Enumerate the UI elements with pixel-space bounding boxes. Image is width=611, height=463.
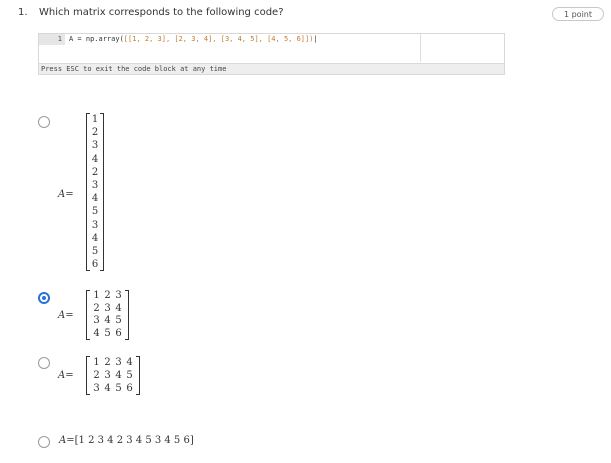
- bracket-right: [100, 113, 104, 272]
- matrix-cell: 2: [91, 127, 99, 139]
- option-a-equals: =: [65, 189, 74, 200]
- matrix-cell: 4: [91, 153, 99, 165]
- option-b-radio[interactable]: [38, 292, 50, 304]
- option-d-row-vector: [1 2 3 4 2 3 4 5 3 4 5 6]: [74, 435, 194, 446]
- matrix-cell: 4: [126, 357, 133, 368]
- option-a-radio[interactable]: [38, 116, 50, 128]
- matrix-cell: 5: [91, 245, 99, 257]
- matrix-cell: 4: [104, 383, 111, 394]
- matrix-cell: 4: [104, 315, 111, 326]
- matrix-cell: 5: [115, 315, 122, 326]
- matrix-cell: 4: [115, 302, 122, 314]
- code-block[interactable]: 1 A = np.array([[1, 2, 3], [2, 3, 4], [3…: [38, 33, 505, 75]
- line-number: 1: [39, 34, 65, 45]
- matrix-cell: 2: [104, 357, 111, 368]
- option-b-matrix: 123234345456: [86, 290, 129, 340]
- question-text: Which matrix corresponds to the followin…: [39, 7, 284, 18]
- matrix-cell: 2: [104, 290, 111, 301]
- matrix-cell: 3: [91, 179, 99, 191]
- matrix-cell: 3: [93, 383, 100, 394]
- matrix-cell: 3: [115, 357, 122, 368]
- matrix-cell: 6: [91, 259, 99, 271]
- matrix-cell: 2: [91, 166, 99, 178]
- option-d-formula: A=[1 2 3 4 2 3 4 5 3 4 5 6]: [59, 435, 194, 446]
- option-d-radio[interactable]: [38, 436, 50, 448]
- code-hint: Press ESC to exit the code block at any …: [39, 63, 504, 74]
- option-d-equals: =: [66, 435, 75, 446]
- matrix-cell: 1: [93, 357, 100, 368]
- option-a-matrix: 123423453456: [86, 113, 104, 272]
- option-b-lhs: A=: [58, 310, 74, 321]
- matrix-cell: 5: [115, 383, 122, 394]
- points-badge: 1 point: [552, 7, 604, 21]
- text-cursor: |: [313, 35, 318, 43]
- matrix-cell: 4: [91, 232, 99, 244]
- code-text[interactable]: A = np.array([[1, 2, 3], [2, 3, 4], [3, …: [69, 34, 318, 45]
- code-args: [[1, 2, 3], [2, 3, 4], [3, 4, 5], [4, 5,…: [123, 35, 314, 43]
- matrix-cell: 3: [104, 370, 111, 381]
- matrix-cell: 3: [104, 302, 111, 314]
- matrix-cell: 4: [91, 193, 99, 205]
- matrix-cell: 2: [93, 302, 100, 314]
- option-c-equals: =: [65, 370, 74, 381]
- option-c-radio[interactable]: [38, 357, 50, 369]
- option-c-lhs: A=: [58, 370, 74, 381]
- bracket-right: [125, 290, 129, 340]
- matrix-cell: 4: [93, 327, 100, 339]
- matrix-cell: 3: [93, 315, 100, 326]
- option-c-matrix: 123423453456: [86, 356, 140, 395]
- matrix-cell: 5: [104, 327, 111, 339]
- code-prefix: A = np.array(: [69, 35, 124, 43]
- matrix-grid: 123234345456: [90, 290, 125, 340]
- option-b-equals: =: [65, 310, 74, 321]
- matrix-cell: 3: [91, 219, 99, 231]
- matrix-cell: 2: [93, 370, 100, 381]
- matrix-cell: 3: [115, 290, 122, 301]
- matrix-cell: 5: [126, 370, 133, 381]
- matrix-cell: 1: [93, 290, 100, 301]
- matrix-grid: 123423453456: [90, 356, 136, 395]
- code-divider: [420, 34, 421, 62]
- matrix-cell: 4: [115, 370, 122, 381]
- matrix-grid: 123423453456: [90, 113, 100, 271]
- matrix-cell: 5: [91, 206, 99, 218]
- option-a-lhs: A=: [58, 189, 74, 200]
- matrix-cell: 6: [126, 383, 133, 394]
- matrix-cell: 1: [91, 114, 99, 125]
- matrix-cell: 6: [115, 327, 122, 339]
- bracket-right: [136, 356, 140, 395]
- question-number: 1.: [18, 7, 28, 18]
- matrix-cell: 3: [91, 140, 99, 152]
- code-line[interactable]: 1 A = np.array([[1, 2, 3], [2, 3, 4], [3…: [39, 34, 504, 63]
